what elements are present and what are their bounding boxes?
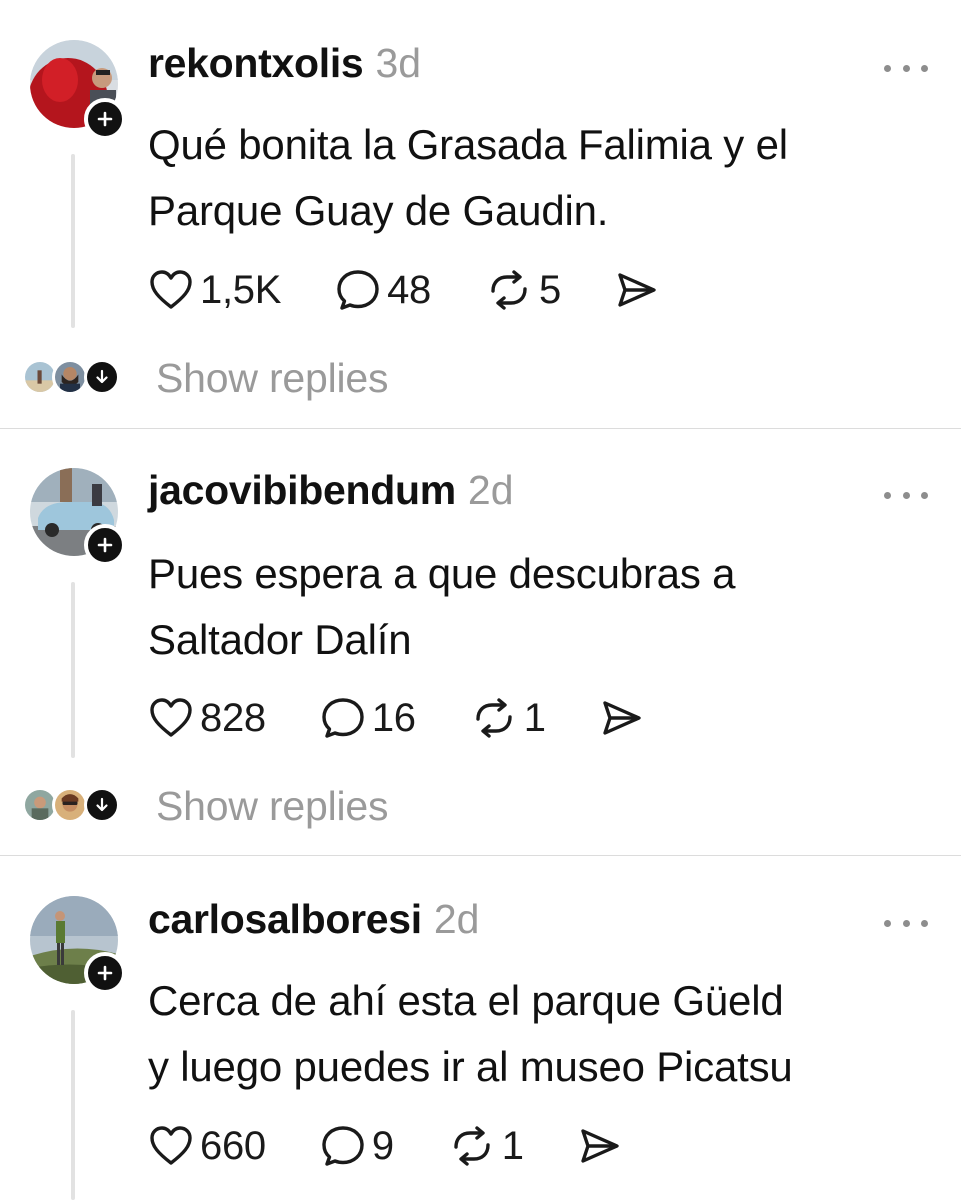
speech-bubble-icon <box>322 698 364 738</box>
share-button[interactable] <box>578 1126 622 1166</box>
post-1: rekontxolis 3d Qué bonita la Grasada Fal… <box>0 0 961 428</box>
post-3: carlosalboresi 2d Cerca de ahí esta el p… <box>0 856 961 1200</box>
speech-bubble-icon <box>337 270 379 310</box>
like-count: 1,5K <box>200 267 282 312</box>
share-button[interactable] <box>615 270 659 310</box>
action-bar: 1,5K 48 5 <box>148 265 659 315</box>
post-text-line: y luego puedes ir al museo Picatsu <box>148 1043 793 1090</box>
show-replies-label[interactable]: Show replies <box>156 355 389 402</box>
repost-arrows-icon <box>476 698 512 738</box>
post-text-line: Cerca de ahí esta el parque Güeld <box>148 977 784 1024</box>
reply-button[interactable]: 16 <box>320 696 416 741</box>
post-header: carlosalboresi 2d <box>148 896 479 952</box>
timestamp: 3d <box>375 40 422 86</box>
show-replies-label[interactable]: Show replies <box>156 783 389 830</box>
show-replies-row[interactable]: Show replies <box>22 783 389 830</box>
thread-line <box>71 154 75 328</box>
action-bar: 828 16 1 <box>148 693 644 743</box>
post-text: Cerca de ahí esta el parque Güeld y lueg… <box>148 968 938 1100</box>
show-replies-row[interactable]: Show replies <box>22 355 389 402</box>
repost-button[interactable]: 1 <box>448 1124 524 1169</box>
more-options-icon[interactable] <box>884 58 928 78</box>
reply-button[interactable]: 9 <box>320 1124 394 1169</box>
thread-line <box>71 582 75 758</box>
post-text: Qué bonita la Grasada Falimia y el Parqu… <box>148 112 938 244</box>
post-header: jacovibibendum 2d <box>148 467 514 523</box>
thread-line <box>71 1010 75 1200</box>
repost-button[interactable]: 5 <box>485 268 561 313</box>
follow-plus-icon[interactable] <box>84 952 126 994</box>
heart-icon <box>150 1126 192 1165</box>
like-count: 660 <box>200 1123 266 1168</box>
post-2: jacovibibendum 2d Pues espera a que desc… <box>0 429 961 855</box>
reply-count: 48 <box>387 267 431 312</box>
repost-count: 5 <box>539 267 561 312</box>
like-count: 828 <box>200 695 266 740</box>
post-text-line: Pues espera a que descubras a <box>148 550 736 597</box>
like-button[interactable]: 660 <box>148 1124 266 1169</box>
arrow-down-icon <box>84 787 120 823</box>
like-button[interactable]: 1,5K <box>148 268 281 313</box>
post-header: rekontxolis 3d <box>148 40 421 96</box>
follow-plus-icon[interactable] <box>84 98 126 140</box>
heart-icon <box>150 698 192 737</box>
timestamp: 2d <box>467 467 514 513</box>
post-text-line: Qué bonita la Grasada Falimia y el <box>148 121 788 168</box>
repost-arrows-icon <box>454 1126 490 1166</box>
arrow-down-icon <box>84 359 120 395</box>
share-button[interactable] <box>600 698 644 738</box>
post-text-line: Parque Guay de Gaudin. <box>148 187 609 234</box>
username[interactable]: rekontxolis <box>148 40 364 87</box>
paper-plane-icon <box>581 1129 619 1163</box>
reply-button[interactable]: 48 <box>335 268 431 313</box>
repost-count: 1 <box>501 1123 524 1168</box>
timestamp: 2d <box>433 896 480 942</box>
follow-plus-icon[interactable] <box>84 524 126 566</box>
post-text-line: Saltador Dalín <box>148 616 412 663</box>
more-options-icon[interactable] <box>884 913 928 933</box>
heart-icon <box>150 270 192 309</box>
paper-plane-icon <box>618 273 656 307</box>
like-button[interactable]: 828 <box>148 696 266 741</box>
reply-count: 16 <box>371 695 416 740</box>
reply-count: 9 <box>371 1123 394 1168</box>
reply-avatar <box>52 359 88 395</box>
more-options-icon[interactable] <box>884 485 928 505</box>
username[interactable]: jacovibibendum <box>148 467 456 514</box>
post-text: Pues espera a que descubras a Saltador D… <box>148 541 938 673</box>
username[interactable]: carlosalboresi <box>148 896 422 943</box>
reply-avatars <box>22 784 130 828</box>
repost-count: 1 <box>523 695 546 740</box>
reply-avatars <box>22 356 130 400</box>
repost-arrows-icon <box>491 270 527 310</box>
repost-button[interactable]: 1 <box>470 696 546 741</box>
action-bar: 660 9 1 <box>148 1121 622 1171</box>
speech-bubble-icon <box>322 1126 364 1166</box>
paper-plane-icon <box>603 701 641 735</box>
reply-avatar <box>52 787 88 823</box>
